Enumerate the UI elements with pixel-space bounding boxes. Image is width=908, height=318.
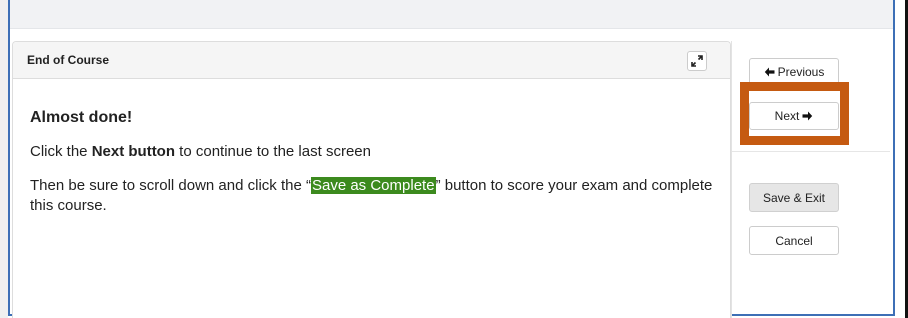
- next-button[interactable]: Next: [749, 102, 839, 130]
- instruction-next-prefix: Click the: [30, 143, 92, 160]
- save-exit-label: Save & Exit: [762, 190, 826, 205]
- instruction-save: Then be sure to scroll down and click th…: [30, 176, 730, 216]
- instruction-next-bold: Next button: [91, 143, 176, 160]
- save-complete-highlight: Save as Complete: [310, 177, 436, 194]
- next-label: Next: [774, 109, 800, 123]
- expand-button[interactable]: [687, 51, 707, 71]
- save-exit-button[interactable]: Save & Exit: [749, 183, 839, 212]
- previous-label: Previous: [777, 65, 825, 79]
- panel-header: End of Course: [13, 42, 730, 79]
- top-bar: [10, 0, 893, 29]
- headline: Almost done!: [30, 109, 133, 126]
- instruction-next-suffix: to continue to the last screen: [175, 143, 371, 160]
- course-player: End of Course Almost done! Click the Nex…: [0, 0, 908, 318]
- panel-title: End of Course: [27, 53, 110, 67]
- cancel-label: Cancel: [775, 233, 813, 248]
- left-margin: [0, 0, 8, 318]
- expand-arrows-icon: [691, 55, 703, 67]
- cancel-button[interactable]: Cancel: [749, 226, 839, 255]
- arrow-left-icon: [764, 67, 775, 77]
- arrow-right-icon: [802, 111, 813, 121]
- sidebar-divider: [732, 151, 890, 152]
- right-margin: [897, 0, 905, 318]
- previous-button[interactable]: Previous: [749, 58, 839, 86]
- instruction-save-prefix: Then be sure to scroll down and click th…: [30, 177, 311, 194]
- instruction-next: Click the Next button to continue to the…: [30, 143, 371, 160]
